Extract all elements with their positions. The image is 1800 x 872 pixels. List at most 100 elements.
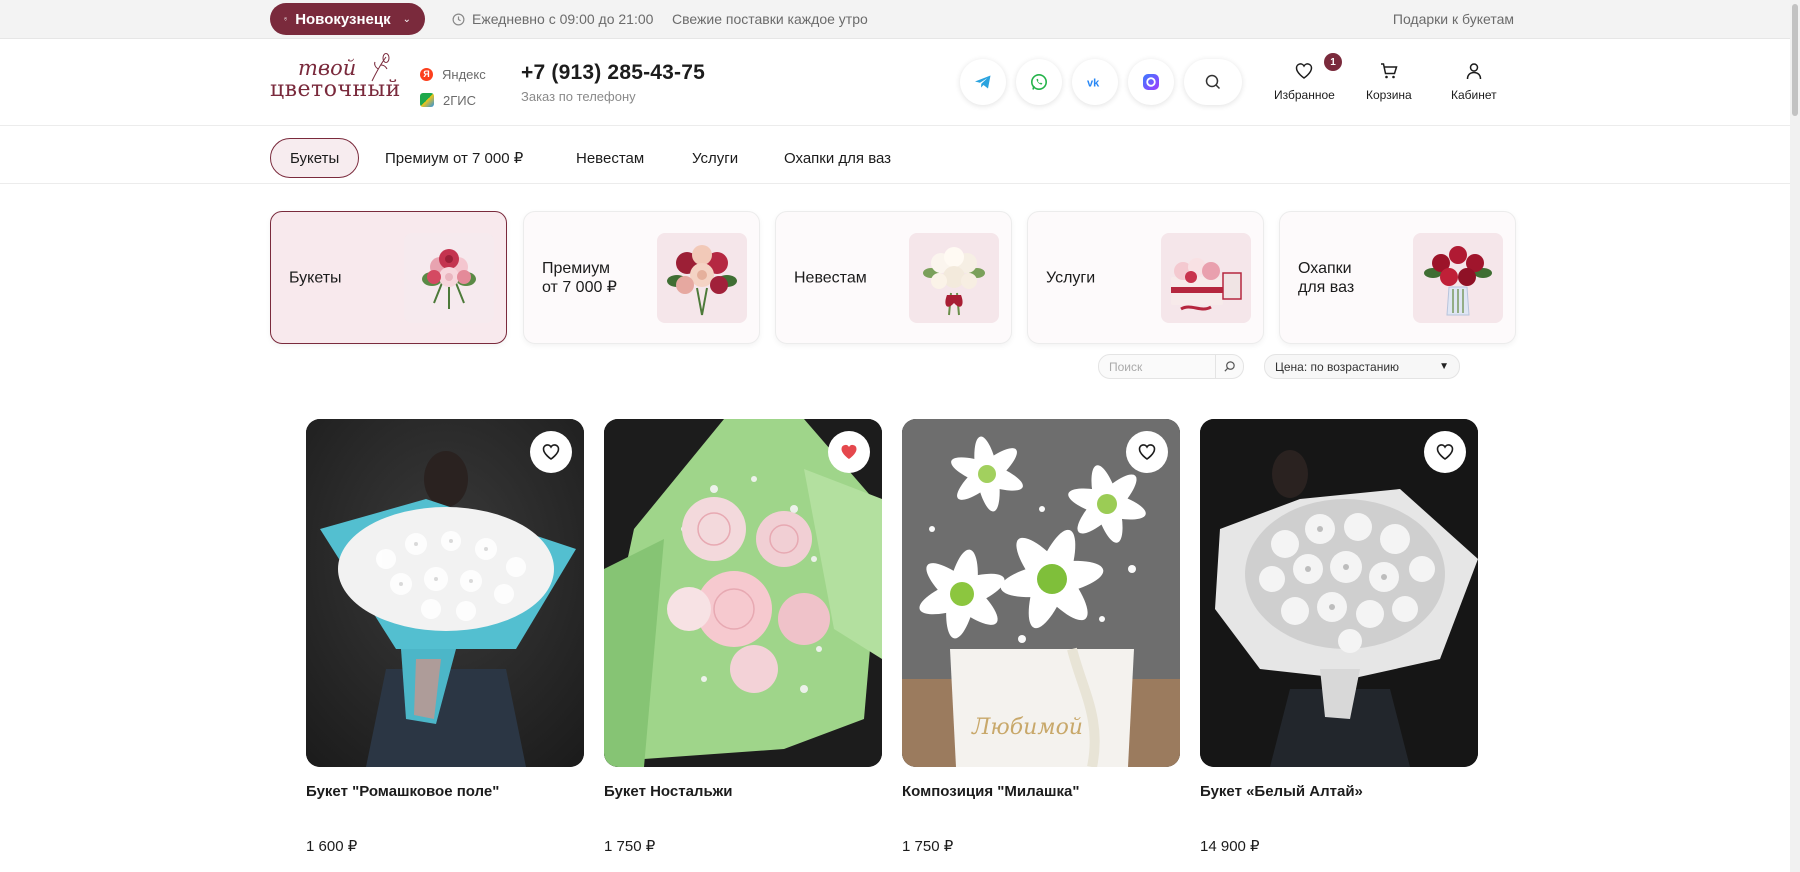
- yandex-label: Яндекс: [442, 66, 486, 82]
- cart-icon: [1380, 63, 1398, 79]
- search-icon: [1224, 361, 1235, 372]
- heart-icon: [1296, 63, 1313, 79]
- premium-bouquet-illustration: [667, 245, 737, 316]
- favorite-toggle-button[interactable]: [1126, 431, 1168, 473]
- product-image[interactable]: [1200, 419, 1478, 767]
- category-image: [657, 233, 747, 323]
- telegram-icon: [975, 75, 991, 89]
- category-card-brides[interactable]: Невестам: [775, 211, 1012, 344]
- whatsapp-button[interactable]: [1016, 59, 1062, 105]
- product-name[interactable]: Композиция "Милашка": [902, 783, 1079, 800]
- vk-icon: vk: [1087, 78, 1100, 90]
- main-navigation: Букеты Премиум от 7 000 ₽ Невестам Услуг…: [0, 126, 1790, 184]
- phone-number[interactable]: +7 (913) 285-43-75: [521, 61, 705, 85]
- sort-select[interactable]: Цена: по возрастанию ▼: [1264, 354, 1460, 379]
- category-card-armfuls[interactable]: Охапки для ваз: [1279, 211, 1516, 344]
- heart-filled-icon: [841, 444, 857, 459]
- favorite-toggle-button[interactable]: [530, 431, 572, 473]
- roses-in-vase-illustration: [1424, 246, 1492, 316]
- dropdown-arrow-icon: ▼: [1439, 361, 1449, 372]
- nav-item-bouquets[interactable]: Букеты: [270, 138, 360, 178]
- category-label: Услуги: [1046, 268, 1146, 287]
- product-image[interactable]: [306, 419, 584, 767]
- product-name[interactable]: Букет "Ромашковое поле": [306, 783, 499, 800]
- search-button[interactable]: [1184, 59, 1242, 105]
- nav-item-armfuls[interactable]: Охапки для ваз: [784, 138, 891, 178]
- category-card-bouquets[interactable]: Букеты: [270, 211, 507, 344]
- favorite-toggle-button[interactable]: [1424, 431, 1466, 473]
- category-card-services[interactable]: Услуги: [1027, 211, 1264, 344]
- city-name: Новокузнецк: [295, 10, 391, 28]
- gifts-link[interactable]: Подарки к букетам: [1393, 11, 1514, 27]
- catalog-search: [1098, 354, 1244, 379]
- category-label: Букеты: [289, 268, 389, 287]
- nav-item-brides[interactable]: Невестам: [576, 138, 644, 178]
- bridal-bouquet-illustration: [923, 247, 985, 316]
- category-image: [1161, 233, 1251, 323]
- yandex-link[interactable]: Я Яндекс: [420, 61, 486, 87]
- nav-item-services[interactable]: Услуги: [692, 138, 738, 178]
- top-bar: Новокузнецк ⌄ Ежедневно с 09:00 до 21:00…: [0, 0, 1790, 39]
- svg-text:vk: vk: [1087, 78, 1100, 90]
- chevron-down-icon: ⌄: [402, 13, 411, 25]
- phone-caption: Заказ по телефону: [521, 89, 636, 104]
- product-card[interactable]: Букет "Ромашковое поле" 1 600 ₽: [306, 419, 584, 855]
- cabinet-button[interactable]: Кабинет: [1451, 61, 1497, 102]
- category-label-line1: Букеты: [289, 269, 342, 286]
- product-image[interactable]: [604, 419, 882, 767]
- working-hours: Ежедневно с 09:00 до 21:00: [452, 11, 653, 27]
- favorites-button[interactable]: 1 Избранное: [1274, 53, 1342, 102]
- product-card[interactable]: Любимой Композиция "Милашка" 1 750 ₽: [902, 419, 1180, 855]
- user-icon: [1466, 63, 1482, 80]
- sort-selected-value: Цена: по возрастанию: [1275, 359, 1400, 374]
- search-input[interactable]: [1099, 359, 1209, 374]
- heart-outline-icon: [1436, 444, 1454, 460]
- category-label: Премиум от 7 000 ₽: [542, 259, 642, 297]
- cart-label: Корзина: [1366, 88, 1412, 102]
- scrollbar-thumb[interactable]: [1792, 4, 1798, 116]
- product-image[interactable]: Любимой: [902, 419, 1180, 767]
- location-pin-icon: [284, 17, 288, 21]
- product-card[interactable]: Букет «Белый Алтай» 14 900 ₽: [1200, 419, 1478, 855]
- product-price: 1 600 ₽: [306, 838, 358, 855]
- cabinet-label: Кабинет: [1451, 88, 1497, 102]
- bouquet-illustration: [422, 249, 476, 309]
- vk-button[interactable]: vk: [1072, 59, 1118, 105]
- category-image: [909, 233, 999, 323]
- product-price: 1 750 ₽: [902, 838, 954, 855]
- product-card[interactable]: Букет Ностальжи 1 750 ₽: [604, 419, 882, 855]
- product-price: 1 750 ₽: [604, 838, 656, 855]
- gift-box-illustration: [1171, 258, 1242, 311]
- nav-item-premium[interactable]: Премиум от 7 000 ₽: [385, 138, 523, 178]
- category-label-line1: Премиум: [542, 259, 611, 277]
- product-price: 14 900 ₽: [1200, 838, 1260, 855]
- flower-sprig-icon: [371, 53, 390, 82]
- category-card-premium[interactable]: Премиум от 7 000 ₽: [523, 211, 760, 344]
- header: твой цветочный Я Яндекс 2ГИС +7 (913) 285…: [0, 39, 1790, 126]
- product-name[interactable]: Букет Ностальжи: [604, 783, 733, 800]
- max-messenger-button[interactable]: [1128, 59, 1174, 105]
- box-lettering: Любимой: [971, 715, 1083, 740]
- 2gis-icon: [420, 93, 434, 107]
- heart-outline-icon: [542, 444, 560, 460]
- category-label-line1: Услуги: [1046, 269, 1096, 286]
- city-selector-button[interactable]: Новокузнецк ⌄: [270, 3, 425, 35]
- category-image: [404, 233, 494, 323]
- category-image: [1413, 233, 1503, 323]
- map-links: Я Яндекс 2ГИС: [420, 61, 486, 113]
- telegram-button[interactable]: [960, 59, 1006, 105]
- category-label-line1: Невестам: [794, 269, 867, 286]
- search-submit-button[interactable]: [1215, 355, 1243, 378]
- cart-button[interactable]: Корзина: [1366, 61, 1412, 102]
- category-label-line1: Охапки: [1298, 259, 1352, 277]
- favorite-toggle-button[interactable]: [828, 431, 870, 473]
- site-logo[interactable]: твой цветочный: [270, 53, 400, 109]
- page-scrollbar[interactable]: [1790, 0, 1800, 872]
- product-name[interactable]: Букет «Белый Алтай»: [1200, 783, 1363, 800]
- favorites-count-badge: 1: [1324, 53, 1342, 71]
- category-label: Невестам: [794, 268, 894, 287]
- 2gis-link[interactable]: 2ГИС: [420, 87, 486, 113]
- max-icon: [1143, 74, 1159, 90]
- favorites-label: Избранное: [1274, 88, 1335, 102]
- category-label-line2: от 7 000 ₽: [542, 278, 617, 296]
